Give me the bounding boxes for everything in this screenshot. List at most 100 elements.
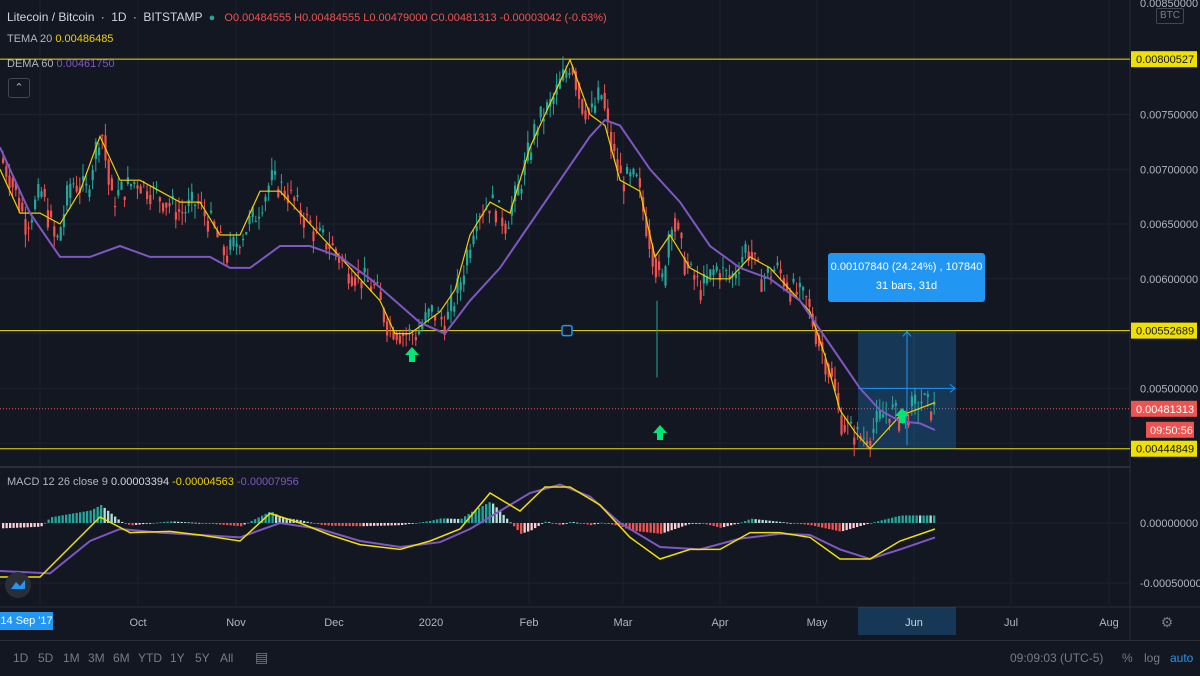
exchange-label: BITSTAMP (143, 10, 203, 24)
candle-body (850, 421, 853, 424)
candle-body (494, 211, 497, 223)
macd-histogram-bar (611, 523, 614, 525)
macd-histogram-bar (723, 523, 726, 528)
hline-price-label: 0.00552689 (1136, 326, 1194, 338)
macd-histogram-bar (457, 518, 460, 523)
candle-body (117, 189, 120, 196)
macd-histogram-bar (849, 523, 852, 530)
percent-toggle[interactable]: % (1122, 651, 1133, 665)
candle-body (581, 99, 584, 114)
macd-histogram-bar (901, 515, 904, 523)
candle-body (318, 227, 321, 231)
candle-body (181, 212, 184, 214)
up-arrow-icon (653, 425, 667, 440)
macd-histogram-bar (852, 523, 855, 529)
range-button-3m[interactable]: 3M (88, 651, 105, 665)
macd-label: MACD 12 26 close 9 (7, 476, 108, 488)
macd-histogram-bar (754, 519, 757, 523)
grid (0, 0, 1200, 640)
macd-histogram-bar (303, 520, 306, 523)
candle-body (280, 181, 283, 183)
macd-histogram-bar (352, 523, 355, 527)
range-button-ytd[interactable]: YTD (138, 651, 162, 665)
macd-histogram-bar (163, 521, 166, 523)
macd-histogram-bar (915, 515, 918, 523)
range-button-5y[interactable]: 5Y (195, 651, 210, 665)
clock-label[interactable]: 09:09:03 (UTC-5) (1010, 651, 1103, 665)
macd-histogram-bar (541, 523, 544, 524)
candle-body (869, 440, 872, 446)
up-arrow-icon (405, 347, 419, 362)
macd-histogram-bar (831, 523, 834, 530)
candle-body (30, 219, 33, 223)
range-button-1d[interactable]: 1D (13, 651, 28, 665)
range-button-5d[interactable]: 5D (38, 651, 53, 665)
candle-body (411, 334, 414, 336)
candle-body (891, 404, 894, 408)
calendar-icon[interactable]: ▤ (255, 649, 268, 666)
macd-histogram-bar (12, 523, 15, 528)
candle-body (245, 232, 248, 235)
macd-histogram-bar (866, 523, 869, 525)
candle-body (424, 312, 427, 321)
macd-histogram-bar (761, 519, 764, 523)
candle-body (635, 174, 638, 177)
candle-body (805, 296, 808, 298)
macd-histogram-bar (184, 522, 187, 523)
symbol-legend[interactable]: Litecoin / Bitcoin · 1D · BITSTAMP ● O0.… (7, 10, 607, 24)
macd-histogram-bar (513, 523, 516, 527)
candle-body (699, 290, 702, 301)
macd-histogram-bar (779, 521, 782, 523)
candle-body (734, 273, 737, 279)
candle-body (11, 177, 14, 188)
macd-histogram-bar (212, 523, 215, 524)
macd-histogram-bar (838, 523, 841, 532)
dema-legend[interactable]: DEMA 60 0.00461750 (7, 58, 115, 70)
time-axis-label: Mar (614, 617, 633, 629)
candle-body (613, 143, 616, 152)
macd-legend[interactable]: MACD 12 26 close 9 0.00003394 -0.0000456… (7, 476, 299, 488)
date-start-badge: 14 Sep '17 (0, 612, 53, 630)
candle-body (488, 210, 491, 214)
range-button-1m[interactable]: 1M (63, 651, 80, 665)
macd-histogram-bar (394, 523, 397, 526)
candle-body (43, 188, 46, 197)
candle-body (130, 184, 133, 187)
macd-histogram-bar (61, 515, 64, 523)
candle-body (501, 217, 504, 226)
tradingview-logo-icon[interactable] (5, 572, 31, 598)
range-button-6m[interactable]: 6M (113, 651, 130, 665)
macd-histogram-bar (684, 523, 687, 526)
macd-histogram-bar (604, 523, 607, 524)
candle-body (187, 199, 190, 206)
candle-body (475, 226, 478, 232)
candle-body (232, 237, 235, 247)
log-toggle[interactable]: log (1144, 651, 1160, 665)
macd-histogram-bar (499, 511, 502, 523)
macd-histogram-bar (390, 523, 393, 526)
macd-histogram-bar (877, 521, 880, 523)
macd-histogram-bar (639, 523, 642, 532)
candle-body (862, 438, 865, 440)
macd-histogram-bar (845, 523, 848, 531)
collapse-legend-button[interactable]: ⌃ (8, 78, 30, 98)
price-chart-svg[interactable]: 0.00750000 0.00700000 0.00650000 0.00600000… (0, 0, 1200, 640)
range-button-1y[interactable]: 1Y (170, 651, 185, 665)
macd-histogram-bar (159, 522, 162, 524)
candle-body (174, 212, 177, 220)
macd-histogram-bar (124, 523, 127, 524)
macd-histogram-bar (733, 523, 736, 525)
candle-body (744, 243, 747, 253)
range-button-all[interactable]: All (220, 651, 233, 665)
macd-histogram-bar (751, 518, 754, 523)
candle-body (264, 196, 267, 202)
macd-histogram-bar (740, 522, 743, 524)
macd-histogram-bar (859, 523, 862, 527)
macd-histogram-bar (205, 523, 208, 524)
candle-body (920, 401, 923, 404)
tema-legend[interactable]: TEMA 20 0.00486485 (7, 33, 113, 45)
macd-histogram-bar (40, 523, 43, 527)
macd-histogram-bar (100, 505, 103, 523)
candle-body (738, 272, 741, 274)
auto-toggle[interactable]: auto (1170, 651, 1193, 665)
